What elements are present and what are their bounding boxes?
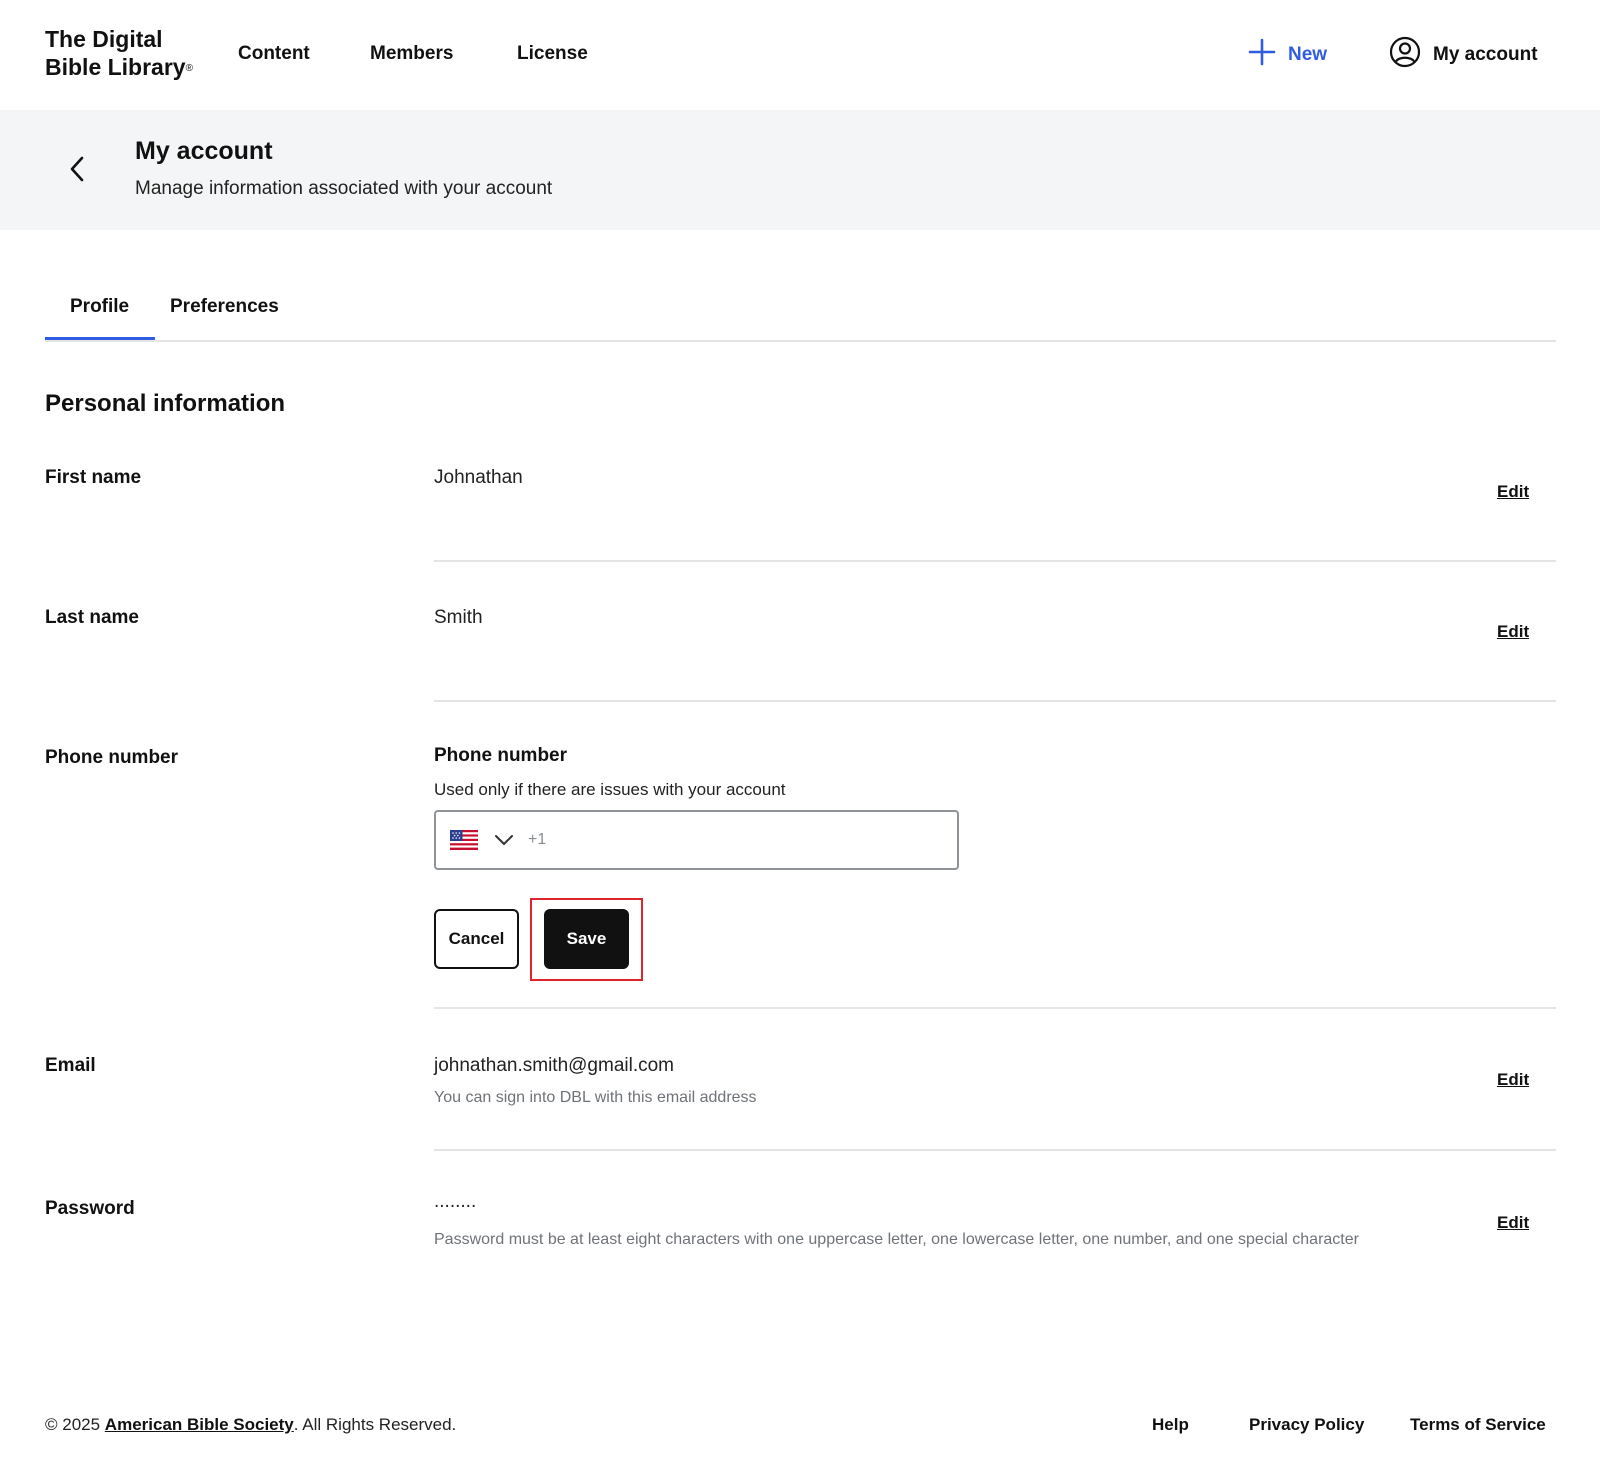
first-name-value: Johnathan: [434, 467, 523, 488]
tab-preferences[interactable]: Preferences: [170, 296, 279, 318]
divider: [434, 1149, 1556, 1151]
chevron-left-icon: [68, 155, 86, 188]
copyright: © 2025 American Bible Society. All Right…: [45, 1415, 456, 1435]
footer: © 2025 American Bible Society. All Right…: [45, 1415, 1556, 1439]
my-account-button[interactable]: My account: [1389, 36, 1538, 74]
registered-mark: ®: [185, 63, 193, 74]
last-name-label: Last name: [45, 607, 139, 628]
cancel-button[interactable]: Cancel: [434, 909, 519, 969]
my-account-label: My account: [1433, 44, 1538, 65]
save-button[interactable]: Save: [544, 909, 629, 969]
edit-first-name-link[interactable]: Edit: [1497, 482, 1529, 502]
footer-terms-link[interactable]: Terms of Service: [1410, 1415, 1546, 1435]
nav-content[interactable]: Content: [238, 43, 310, 65]
footer-help-link[interactable]: Help: [1152, 1415, 1189, 1435]
user-circle-icon: [1389, 36, 1421, 74]
copyright-suffix: . All Rights Reserved.: [293, 1415, 457, 1434]
page-subtitle: Manage information associated with your …: [135, 178, 553, 199]
tab-profile[interactable]: Profile: [70, 296, 129, 318]
section-title: Personal information: [45, 390, 286, 417]
logo-line-1: The Digital: [45, 26, 163, 52]
nav-members[interactable]: Members: [370, 43, 453, 65]
phone-input-wrapper: +1: [434, 810, 959, 870]
page-header: My account Manage information associated…: [0, 110, 1600, 230]
tab-bar: Profile Preferences: [45, 290, 1556, 342]
org-link[interactable]: American Bible Society: [105, 1415, 294, 1434]
active-tab-indicator: [45, 337, 155, 340]
edit-email-link[interactable]: Edit: [1497, 1070, 1529, 1090]
new-button[interactable]: New: [1248, 38, 1327, 72]
edit-last-name-link[interactable]: Edit: [1497, 622, 1529, 642]
site-logo[interactable]: The Digital Bible Library®: [45, 25, 193, 81]
page-title: My account: [135, 137, 273, 165]
new-button-label: New: [1288, 44, 1328, 65]
copyright-prefix: © 2025: [45, 1415, 105, 1434]
password-value: ........: [434, 1191, 477, 1212]
password-help: Password must be at least eight characte…: [434, 1231, 1359, 1248]
divider: [434, 1007, 1556, 1009]
divider: [434, 700, 1556, 702]
footer-privacy-link[interactable]: Privacy Policy: [1249, 1415, 1364, 1435]
first-name-label: First name: [45, 467, 142, 488]
phone-field-help: Used only if there are issues with your …: [434, 780, 786, 799]
email-label: Email: [45, 1055, 96, 1076]
phone-input[interactable]: [546, 812, 957, 868]
dial-code: +1: [528, 831, 547, 848]
divider: [434, 560, 1556, 562]
email-help: You can sign into DBL with this email ad…: [434, 1089, 757, 1106]
chevron-down-icon[interactable]: [494, 830, 514, 850]
back-button[interactable]: [62, 154, 92, 188]
phone-number-label: Phone number: [45, 747, 179, 768]
edit-password-link[interactable]: Edit: [1497, 1213, 1529, 1233]
nav-license[interactable]: License: [517, 43, 588, 65]
phone-field-title: Phone number: [434, 745, 568, 766]
last-name-value: Smith: [434, 607, 483, 628]
us-flag-icon[interactable]: [450, 830, 478, 850]
email-value: johnathan.smith@gmail.com: [434, 1055, 675, 1076]
top-navigation: The Digital Bible Library® Content Membe…: [0, 0, 1600, 110]
plus-icon: [1248, 38, 1276, 72]
logo-line-2: Bible Library: [45, 54, 186, 80]
password-label: Password: [45, 1198, 135, 1219]
